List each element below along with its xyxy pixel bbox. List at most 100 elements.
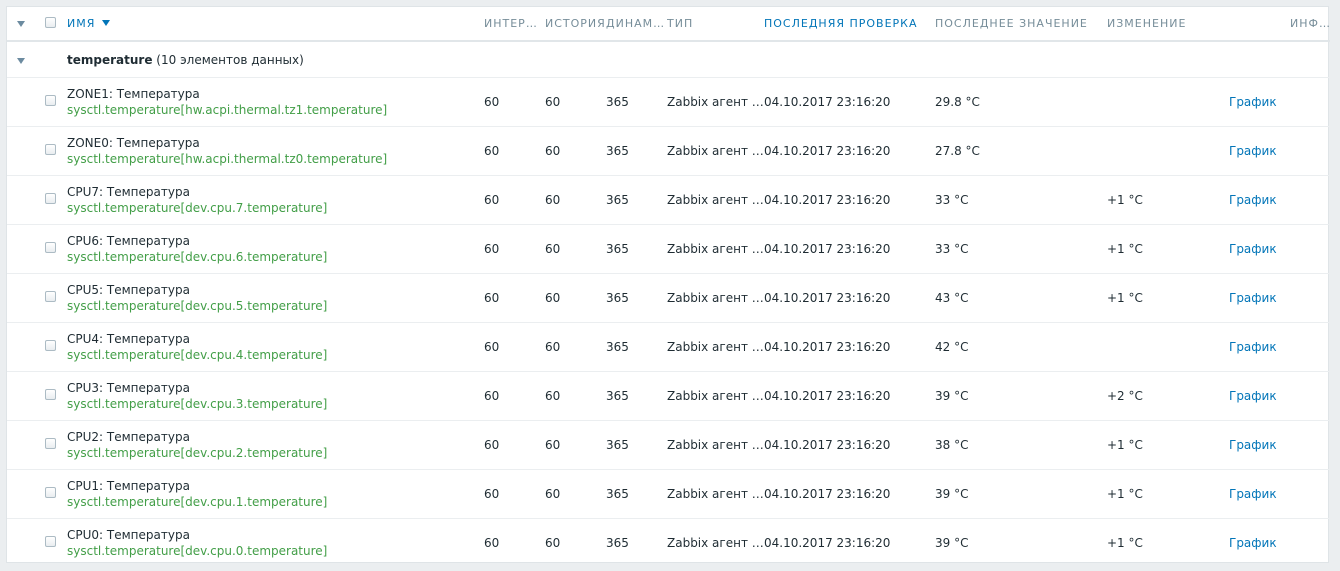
group-row: temperature (10 элементов данных)	[7, 41, 1330, 78]
item-name-cell: ZONE1: Температура sysctl.temperature[hw…	[67, 77, 484, 127]
item-last-check: 04.10.2017 23:16:20	[764, 175, 935, 225]
graph-link[interactable]: График	[1229, 487, 1277, 501]
collapse-all-toggle[interactable]	[7, 7, 34, 42]
row-checkbox[interactable]	[34, 420, 67, 470]
item-name[interactable]: CPU2: Температура	[67, 429, 484, 445]
item-name[interactable]: CPU5: Температура	[67, 282, 484, 298]
item-key: sysctl.temperature[dev.cpu.0.temperature…	[67, 544, 328, 558]
item-last-value: 39 °C	[935, 518, 1107, 568]
item-action-cell: График	[1229, 322, 1290, 372]
item-name-cell: CPU0: Температура sysctl.temperature[dev…	[67, 518, 484, 568]
item-history: 60	[545, 175, 606, 225]
item-name-cell: CPU1: Температура sysctl.temperature[dev…	[67, 469, 484, 519]
item-change: +1 °C	[1107, 224, 1229, 274]
graph-link[interactable]: График	[1229, 193, 1277, 207]
item-interval: 60	[484, 126, 545, 176]
row-checkbox[interactable]	[34, 322, 67, 372]
item-last-check: 04.10.2017 23:16:20	[764, 224, 935, 274]
item-history: 60	[545, 224, 606, 274]
item-interval: 60	[484, 420, 545, 470]
item-key: sysctl.temperature[hw.acpi.thermal.tz1.t…	[67, 103, 388, 117]
item-trends: 365	[606, 322, 667, 372]
item-interval: 60	[484, 322, 545, 372]
item-trends: 365	[606, 77, 667, 127]
item-action-cell: График	[1229, 371, 1290, 421]
item-last-value: 27.8 °C	[935, 126, 1107, 176]
item-name[interactable]: CPU7: Температура	[67, 184, 484, 200]
item-interval: 60	[484, 273, 545, 323]
item-action-cell: График	[1229, 420, 1290, 470]
item-change: +1 °C	[1107, 469, 1229, 519]
select-all-checkbox[interactable]	[34, 7, 67, 42]
item-name[interactable]: CPU1: Температура	[67, 478, 484, 494]
column-header-name[interactable]: Имя	[67, 7, 484, 42]
item-name[interactable]: CPU0: Температура	[67, 527, 484, 543]
graph-link[interactable]: График	[1229, 389, 1277, 403]
row-checkbox[interactable]	[34, 469, 67, 519]
item-name[interactable]: CPU6: Температура	[67, 233, 484, 249]
graph-link[interactable]: График	[1229, 242, 1277, 256]
item-change	[1107, 126, 1229, 176]
table-row: CPU4: Температура sysctl.temperature[dev…	[7, 322, 1330, 372]
item-info	[1290, 273, 1330, 323]
checkbox-icon	[45, 16, 56, 28]
item-name-cell: CPU4: Температура sysctl.temperature[dev…	[67, 322, 484, 372]
item-type: Zabbix агент (активный)	[667, 322, 764, 372]
graph-link[interactable]: График	[1229, 340, 1277, 354]
row-checkbox[interactable]	[34, 224, 67, 274]
row-checkbox[interactable]	[34, 126, 67, 176]
group-count: (10 элементов данных)	[156, 52, 304, 67]
checkbox-icon	[45, 536, 56, 547]
table-header-row: Имя Интервал История Динамика Тип Послед…	[7, 7, 1330, 42]
item-interval: 60	[484, 518, 545, 568]
item-info	[1290, 126, 1330, 176]
item-name[interactable]: ZONE0: Температура	[67, 135, 484, 151]
item-type: Zabbix агент (активный)	[667, 420, 764, 470]
table-row: CPU6: Температура sysctl.temperature[dev…	[7, 224, 1330, 274]
graph-link[interactable]: График	[1229, 536, 1277, 550]
row-checkbox[interactable]	[34, 77, 67, 127]
item-name[interactable]: CPU3: Температура	[67, 380, 484, 396]
item-trends: 365	[606, 371, 667, 421]
group-collapse-toggle[interactable]	[7, 41, 34, 78]
graph-link[interactable]: График	[1229, 291, 1277, 305]
item-last-value: 42 °C	[935, 322, 1107, 372]
item-history: 60	[545, 371, 606, 421]
item-name[interactable]: ZONE1: Температура	[67, 86, 484, 102]
row-checkbox[interactable]	[34, 273, 67, 323]
item-key: sysctl.temperature[dev.cpu.2.temperature…	[67, 446, 328, 460]
group-name: temperature	[67, 52, 153, 67]
column-header-interval: Интервал	[484, 7, 545, 42]
item-change: +2 °C	[1107, 371, 1229, 421]
item-type: Zabbix агент (активный)	[667, 224, 764, 274]
column-header-info: Информация	[1290, 7, 1330, 42]
graph-link[interactable]: График	[1229, 144, 1277, 158]
item-last-check: 04.10.2017 23:16:20	[764, 518, 935, 568]
row-checkbox[interactable]	[34, 371, 67, 421]
graph-link[interactable]: График	[1229, 95, 1277, 109]
item-action-cell: График	[1229, 77, 1290, 127]
item-info	[1290, 224, 1330, 274]
row-checkbox[interactable]	[34, 518, 67, 568]
table-row: CPU0: Температура sysctl.temperature[dev…	[7, 518, 1330, 568]
graph-link[interactable]: График	[1229, 438, 1277, 452]
column-header-actions	[1229, 7, 1290, 42]
item-last-value: 38 °C	[935, 420, 1107, 470]
item-interval: 60	[484, 371, 545, 421]
column-header-last-check[interactable]: Последняя проверка	[764, 7, 935, 42]
row-checkbox[interactable]	[34, 175, 67, 225]
item-name-cell: CPU7: Температура sysctl.temperature[dev…	[67, 175, 484, 225]
item-type: Zabbix агент (активный)	[667, 77, 764, 127]
checkbox-icon	[45, 438, 56, 449]
item-change: +1 °C	[1107, 518, 1229, 568]
sort-desc-icon	[101, 20, 110, 26]
item-trends: 365	[606, 175, 667, 225]
table-row: ZONE0: Температура sysctl.temperature[hw…	[7, 126, 1330, 176]
checkbox-icon	[45, 340, 56, 351]
item-interval: 60	[484, 175, 545, 225]
item-name[interactable]: CPU4: Температура	[67, 331, 484, 347]
item-name-cell: CPU6: Температура sysctl.temperature[dev…	[67, 224, 484, 274]
item-change	[1107, 77, 1229, 127]
table-row: CPU5: Температура sysctl.temperature[dev…	[7, 273, 1330, 323]
item-trends: 365	[606, 469, 667, 519]
